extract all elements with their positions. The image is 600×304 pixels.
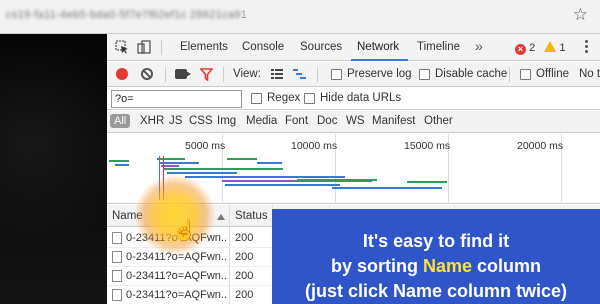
type-filter-ws[interactable]: WS [346, 115, 365, 127]
file-icon [112, 251, 122, 263]
callout-line-3: (just click Name column twice) [304, 281, 568, 301]
file-icon [112, 270, 122, 282]
request-status: 200 [235, 232, 254, 244]
page-content-area [0, 34, 107, 304]
view-label: View: [233, 68, 261, 80]
large-rows-icon[interactable] [271, 69, 283, 79]
overview-tick-label: 20000 ms [517, 140, 564, 152]
callout-line-2: by sorting Name column [272, 256, 600, 277]
regex-checkbox[interactable] [251, 93, 262, 104]
filter-input[interactable] [111, 90, 242, 108]
toolbar-separator [317, 67, 318, 82]
cursor-highlight [135, 175, 215, 255]
tabbar-separator [161, 40, 162, 55]
callout-line-1: It's easy to find it [362, 231, 510, 251]
clear-icon[interactable] [141, 68, 153, 80]
tab-elements[interactable]: Elements [180, 41, 228, 53]
overview-tick-label: 5000 ms [185, 140, 226, 152]
type-filter-media[interactable]: Media [246, 115, 277, 127]
waterfall-bar [157, 158, 185, 160]
bookmark-star-icon[interactable]: ☆ [573, 5, 588, 25]
overview-tick-label: 15000 ms [404, 140, 451, 152]
type-filter-img[interactable]: Img [217, 115, 236, 127]
sort-ascending-icon [217, 214, 225, 220]
browser-address-bar[interactable]: cs19-fa11-4eb5-bda0-5f7e7f62ef1c 28621ca… [0, 0, 600, 34]
overview-waterfall-icon[interactable] [293, 69, 306, 79]
hide-data-urls-label: Hide data URLs [320, 92, 402, 104]
device-mode-icon[interactable] [137, 40, 151, 54]
preserve-log-checkbox[interactable] [331, 69, 342, 80]
url-text[interactable]: cs19-fa11-4eb5-bda0-5f7e7f62ef1c 28621ca… [6, 9, 247, 21]
waterfall-bar [332, 187, 442, 189]
type-filter-js[interactable]: JS [169, 115, 182, 127]
error-icon: × [515, 44, 526, 55]
offline-label: Offline [536, 68, 570, 80]
tab-timeline[interactable]: Timeline [417, 41, 460, 53]
record-icon[interactable] [116, 68, 128, 80]
waterfall-bar [227, 158, 257, 160]
waterfall-bar [159, 162, 199, 164]
tab-sources[interactable]: Sources [300, 41, 342, 53]
tab-network[interactable]: Network [357, 41, 399, 53]
inspect-element-icon[interactable] [115, 40, 129, 54]
tab-console[interactable]: Console [242, 41, 284, 53]
file-icon [112, 289, 122, 301]
waterfall-bar [167, 172, 237, 174]
throttling-dropdown[interactable]: No t [579, 68, 600, 80]
waterfall-bar [407, 181, 447, 183]
file-icon [112, 232, 122, 244]
disable-cache-label: Disable cache [435, 68, 508, 80]
devtools-tabbar: Elements Console Sources Network Timelin… [107, 34, 600, 61]
request-status: 200 [235, 251, 254, 263]
console-counts[interactable]: × 2 1 [515, 41, 565, 55]
resource-type-filter-bar: All XHR JS CSS Img Media Font Doc WS Man… [107, 111, 600, 133]
request-name: 0-23411?o=AQFwn... [126, 270, 226, 282]
devtools-menu-icon[interactable] [585, 40, 589, 55]
toolbar-separator [223, 67, 224, 82]
warning-icon [544, 41, 557, 52]
request-name: 0-23411?o=AQFwn... [126, 289, 226, 301]
error-count: 2 [529, 42, 536, 54]
type-filter-font[interactable]: Font [285, 115, 308, 127]
waterfall-bar [185, 176, 345, 178]
type-filter-manifest[interactable]: Manifest [372, 115, 415, 127]
type-filter-xhr[interactable]: XHR [140, 115, 164, 127]
active-tab-indicator [351, 59, 408, 61]
regex-label: Regex [267, 92, 301, 104]
request-status: 200 [235, 289, 254, 301]
type-filter-all[interactable]: All [110, 114, 131, 128]
more-tabs-chevron-icon[interactable]: » [475, 38, 483, 54]
url-blurred-text: cs19-fa11-4eb5-bda0-5f7e7f62ef1c 28621ca… [6, 9, 241, 21]
callout-line-2-prefix: by sorting [330, 256, 423, 276]
warning-count: 1 [559, 42, 566, 54]
url-tail-text: 1 [240, 9, 248, 21]
filter-funnel-icon[interactable] [200, 68, 213, 81]
status-column-header[interactable]: Status [235, 210, 268, 222]
waterfall-bar [257, 162, 282, 164]
callout-line-2-suffix: column [472, 256, 542, 276]
request-status: 200 [235, 270, 254, 282]
offline-checkbox[interactable] [520, 69, 531, 80]
overview-tick-label: 10000 ms [291, 140, 338, 152]
type-filter-other[interactable]: Other [424, 115, 453, 127]
hand-cursor-icon: ☝ [172, 220, 197, 242]
filter-bar: Regex Hide data URLs [107, 88, 600, 110]
type-filter-css[interactable]: CSS [189, 115, 213, 127]
preserve-log-label: Preserve log [347, 68, 412, 80]
callout-highlight-word: Name [422, 256, 473, 276]
page-dark-texture [0, 34, 107, 304]
type-filter-doc[interactable]: Doc [317, 115, 337, 127]
disable-cache-checkbox[interactable] [419, 69, 430, 80]
waterfall-bar [297, 179, 377, 181]
hide-data-urls-checkbox[interactable] [304, 93, 315, 104]
network-toolbar: View: Preserve log Disable cache Offline… [107, 62, 600, 87]
tutorial-callout: It's easy to find it by sorting Name col… [272, 209, 600, 304]
waterfall-bar [163, 168, 283, 170]
waterfall-bar [115, 164, 129, 166]
waterfall-bar [109, 160, 129, 162]
waterfall-bar [225, 184, 340, 186]
capture-screenshots-icon[interactable] [175, 69, 191, 79]
toolbar-separator [165, 67, 166, 82]
toolbar-separator [509, 67, 510, 82]
